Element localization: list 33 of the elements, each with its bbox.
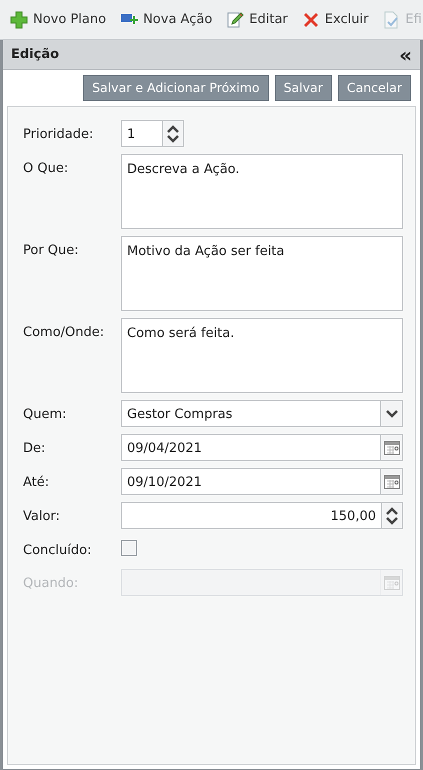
panel-title: Edição bbox=[11, 46, 60, 64]
text-area[interactable]: Como será feita. bbox=[121, 318, 403, 393]
date-field[interactable]: 09/10/2021 bbox=[121, 468, 403, 495]
field-label: Prioridade: bbox=[23, 126, 94, 144]
spinner-field[interactable]: 1 bbox=[121, 120, 184, 147]
field-label: O Que: bbox=[23, 160, 70, 178]
field-label: Quando: bbox=[23, 575, 80, 593]
page-check-icon bbox=[382, 10, 400, 28]
field-label: Valor: bbox=[23, 508, 61, 526]
checkbox[interactable] bbox=[121, 540, 137, 556]
calendar-icon[interactable] bbox=[384, 474, 400, 488]
text-area[interactable]: Motivo da Ação ser feita bbox=[121, 236, 403, 311]
plus-icon bbox=[10, 10, 28, 28]
collapse-button[interactable]: « bbox=[399, 44, 412, 64]
dropdown-field[interactable]: Gestor Compras bbox=[121, 400, 403, 427]
field-label: Como/Onde: bbox=[23, 324, 106, 342]
field-label: Concluído: bbox=[23, 542, 92, 560]
toolbar-button[interactable]: Nova Ação bbox=[120, 10, 212, 30]
text-area[interactable]: Descreva a Ação. bbox=[121, 154, 403, 229]
date-field[interactable]: 09/04/2021 bbox=[121, 434, 403, 461]
calendar-icon bbox=[384, 576, 400, 590]
field-label: Quem: bbox=[23, 406, 68, 424]
toolbar-button[interactable]: Novo Plano bbox=[10, 10, 106, 30]
calendar-icon[interactable] bbox=[384, 440, 400, 454]
pencil-page-icon bbox=[226, 10, 244, 28]
cross-icon bbox=[302, 10, 320, 28]
number-field[interactable]: 150,00 bbox=[121, 502, 403, 529]
chevron-down-icon[interactable] bbox=[386, 410, 398, 418]
toolbar-button[interactable]: Editar bbox=[226, 10, 288, 30]
field-label: De: bbox=[23, 440, 46, 458]
field-label: Até: bbox=[23, 474, 50, 492]
field-label: Por Que: bbox=[23, 242, 80, 260]
toolbar-button[interactable]: Excluir bbox=[302, 10, 368, 30]
